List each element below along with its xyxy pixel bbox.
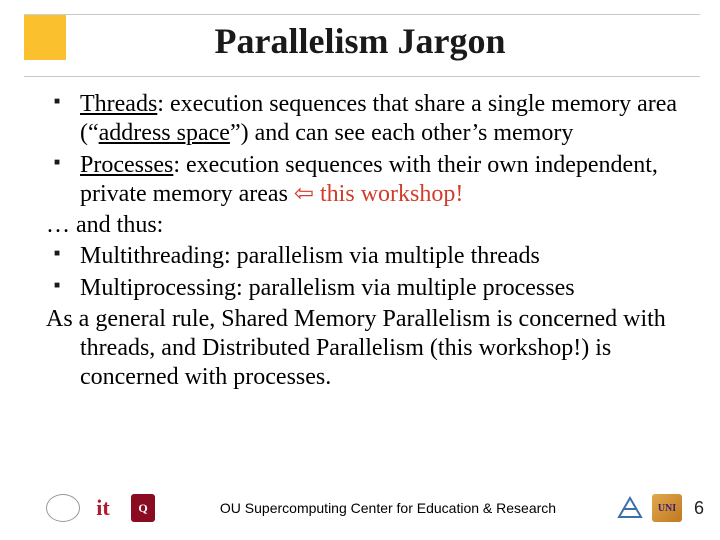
bullet-marker-icon: ■ bbox=[46, 151, 80, 175]
bullet-multithreading: ■ Multithreading: parallelism via multip… bbox=[46, 242, 692, 271]
page-title: Parallelism Jargon bbox=[0, 20, 720, 62]
footer-logos-left: it Q bbox=[46, 493, 160, 523]
workshop-callout: this workshop! bbox=[314, 181, 463, 207]
header: Parallelism Jargon bbox=[0, 0, 720, 78]
term-threads: Threads bbox=[80, 91, 157, 117]
term-processes: Processes bbox=[80, 152, 173, 178]
logo-it-icon: it bbox=[86, 493, 120, 523]
term-address-space: address space bbox=[99, 120, 230, 146]
header-rule-top bbox=[24, 14, 700, 15]
bullet-text: Multithreading: parallelism via multiple… bbox=[80, 242, 692, 271]
logo-uni-icon: UNI bbox=[652, 494, 682, 522]
footer: it Q OU Supercomputing Center for Educat… bbox=[0, 486, 720, 530]
logo-oval-icon bbox=[46, 493, 80, 523]
bullet-marker-icon: ■ bbox=[46, 274, 80, 298]
bullet-threads: ■ Threads: execution sequences that shar… bbox=[46, 90, 692, 149]
bullet-marker-icon: ■ bbox=[46, 242, 80, 266]
bullet-multiprocessing: ■ Multiprocessing: parallelism via multi… bbox=[46, 274, 692, 303]
bullet-text: Multiprocessing: parallelism via multipl… bbox=[80, 274, 692, 303]
and-thus-line: … and thus: bbox=[46, 211, 692, 240]
general-rule: As a general rule, Shared Memory Paralle… bbox=[46, 305, 692, 393]
bullet-processes: ■ Processes: execution sequences with th… bbox=[46, 151, 692, 210]
logo-triangle-icon bbox=[616, 494, 644, 522]
bullet-text: Processes: execution sequences with thei… bbox=[80, 151, 692, 210]
bullet-text: Threads: execution sequences that share … bbox=[80, 90, 692, 149]
header-rule-bottom bbox=[24, 76, 700, 77]
footer-text: OU Supercomputing Center for Education &… bbox=[160, 500, 616, 516]
page-number: 6 bbox=[690, 498, 704, 519]
footer-logos-right: UNI 6 bbox=[616, 494, 704, 522]
logo-ou-icon: Q bbox=[126, 493, 160, 523]
bullet-marker-icon: ■ bbox=[46, 90, 80, 114]
content: ■ Threads: execution sequences that shar… bbox=[46, 88, 692, 395]
arrow-left-icon: ⇦ bbox=[294, 181, 314, 207]
